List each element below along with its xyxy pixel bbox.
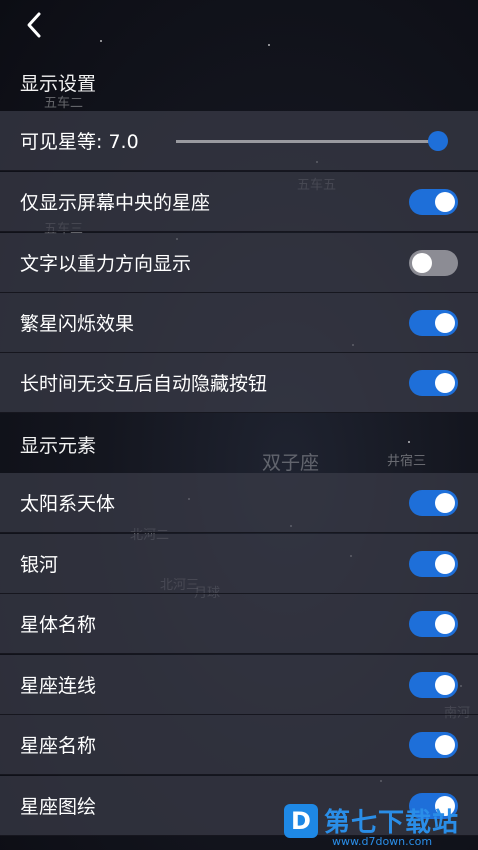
toggle-knob bbox=[435, 674, 455, 695]
element-row-constellation-lines[interactable]: 星座连线 bbox=[0, 655, 478, 715]
toggle-knob bbox=[435, 492, 455, 513]
toggle-center-constellations[interactable] bbox=[409, 188, 458, 215]
element-row-milky-way[interactable]: 银河 bbox=[0, 534, 478, 594]
setting-label: 繁星闪烁效果 bbox=[20, 313, 135, 335]
setting-label: 长时间无交互后自动隐藏按钮 bbox=[20, 373, 268, 395]
element-label: 银河 bbox=[20, 554, 59, 576]
toggle-knob bbox=[435, 372, 455, 393]
magnitude-slider-track[interactable] bbox=[176, 140, 438, 143]
toggle-knob bbox=[435, 191, 455, 212]
toggle-twinkle[interactable] bbox=[409, 309, 458, 336]
element-row-star-names[interactable]: 星体名称 bbox=[0, 594, 478, 654]
toggle-knob bbox=[435, 613, 455, 634]
toggle-constellation-lines[interactable] bbox=[409, 671, 458, 698]
element-label: 星体名称 bbox=[20, 614, 97, 636]
element-label: 星座连线 bbox=[20, 675, 97, 697]
toggle-knob bbox=[435, 553, 455, 574]
toggle-knob bbox=[435, 734, 455, 755]
element-label: 星座名称 bbox=[20, 735, 97, 757]
section-title-display-elements: 显示元素 bbox=[20, 434, 97, 457]
toggle-knob bbox=[435, 312, 455, 333]
magnitude-label: 可见星等: 7.0 bbox=[20, 131, 139, 153]
watermark-brand: 第七下载站 bbox=[324, 808, 460, 838]
toggle-auto-hide-buttons[interactable] bbox=[409, 369, 458, 396]
setting-label: 文字以重力方向显示 bbox=[20, 253, 192, 275]
watermark: D 第七下载站 www.d7down.com bbox=[284, 800, 478, 850]
setting-row-gravity-text[interactable]: 文字以重力方向显示 bbox=[0, 233, 478, 293]
setting-label: 仅显示屏幕中央的星座 bbox=[20, 192, 211, 214]
element-row-constellation-names[interactable]: 星座名称 bbox=[0, 715, 478, 775]
magnitude-slider-thumb[interactable] bbox=[428, 131, 448, 151]
toggle-knob bbox=[412, 252, 432, 273]
toggle-milky-way[interactable] bbox=[409, 550, 458, 577]
watermark-url: www.d7down.com bbox=[332, 835, 433, 848]
watermark-logo: D bbox=[284, 803, 318, 838]
element-label: 太阳系天体 bbox=[20, 493, 116, 515]
setting-row-twinkle[interactable]: 繁星闪烁效果 bbox=[0, 293, 478, 353]
toggle-star-names[interactable] bbox=[409, 610, 458, 637]
toggle-constellation-names[interactable] bbox=[409, 731, 458, 758]
toggle-solar-system[interactable] bbox=[409, 489, 458, 516]
chevron-left-icon bbox=[27, 12, 41, 38]
element-label: 星座图绘 bbox=[20, 796, 97, 818]
setting-row-center-constellations[interactable]: 仅显示屏幕中央的星座 bbox=[0, 172, 478, 232]
back-button[interactable] bbox=[18, 8, 52, 42]
section-title-display-settings: 显示设置 bbox=[20, 72, 97, 95]
element-row-solar-system[interactable]: 太阳系天体 bbox=[0, 473, 478, 533]
toggle-gravity-text[interactable] bbox=[409, 249, 458, 276]
setting-row-auto-hide-buttons[interactable]: 长时间无交互后自动隐藏按钮 bbox=[0, 353, 478, 413]
